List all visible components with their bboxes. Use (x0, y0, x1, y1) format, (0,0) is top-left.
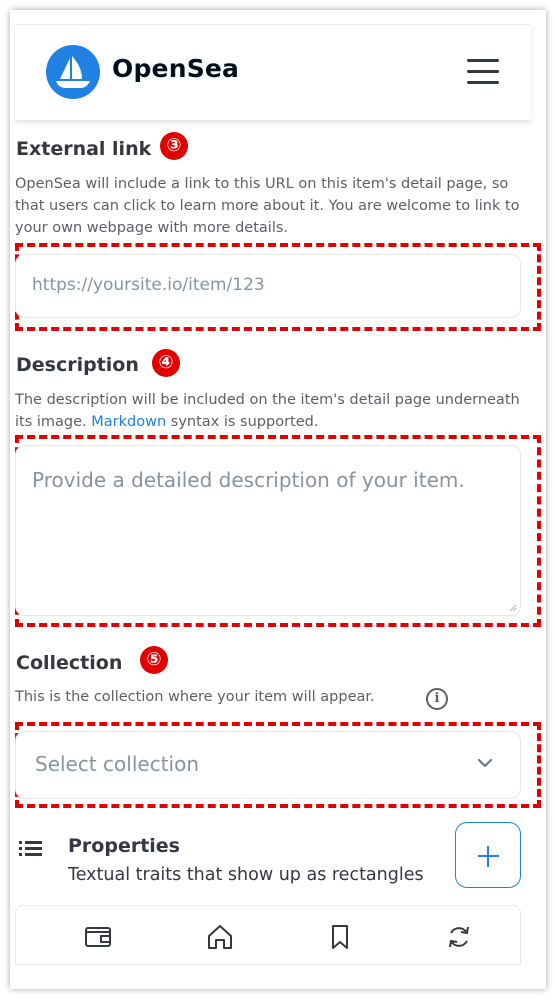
annotation-marker-3: ③ (160, 132, 188, 160)
annotation-marker-5: ⑤ (140, 646, 168, 674)
bookmark-icon[interactable] (325, 922, 355, 952)
properties-subtitle: Textual traits that show up as rectangle… (68, 865, 424, 885)
properties-title: Properties (68, 835, 180, 857)
home-icon[interactable] (205, 922, 235, 952)
list-icon (19, 841, 42, 856)
collection-select[interactable]: Select collection (15, 731, 521, 799)
top-header: OpenSea (15, 24, 531, 120)
resize-grip-icon[interactable] (509, 604, 517, 612)
collection-helper: This is the collection where your item w… (15, 689, 375, 705)
opensea-boat-icon[interactable] (46, 45, 100, 99)
add-properties-button[interactable] (455, 822, 521, 888)
collection-title: Collection (16, 652, 123, 674)
chevron-down-icon[interactable] (476, 757, 494, 769)
wallet-icon[interactable] (83, 922, 113, 952)
bottom-navigation (15, 905, 521, 965)
external-link-title: External link (16, 138, 152, 160)
description-helper-text-end: syntax is supported. (166, 414, 319, 430)
markdown-link[interactable]: Markdown (91, 414, 166, 430)
description-placeholder: Provide a detailed description of your i… (32, 468, 465, 492)
external-link-helper: OpenSea will include a link to this URL … (15, 176, 520, 236)
annotation-marker-4: ④ (152, 349, 180, 377)
collection-select-placeholder: Select collection (35, 752, 200, 776)
description-textarea[interactable]: Provide a detailed description of your i… (15, 445, 521, 616)
description-title: Description (16, 354, 139, 376)
external-link-placeholder: https://yoursite.io/item/123 (32, 275, 265, 295)
brand-name[interactable]: OpenSea (112, 54, 239, 83)
info-icon[interactable]: i (426, 688, 448, 710)
refresh-icon[interactable] (444, 922, 474, 952)
hamburger-icon[interactable] (467, 59, 501, 85)
description-helper: The description will be included on the … (15, 389, 525, 433)
external-link-input[interactable]: https://yoursite.io/item/123 (15, 254, 521, 318)
